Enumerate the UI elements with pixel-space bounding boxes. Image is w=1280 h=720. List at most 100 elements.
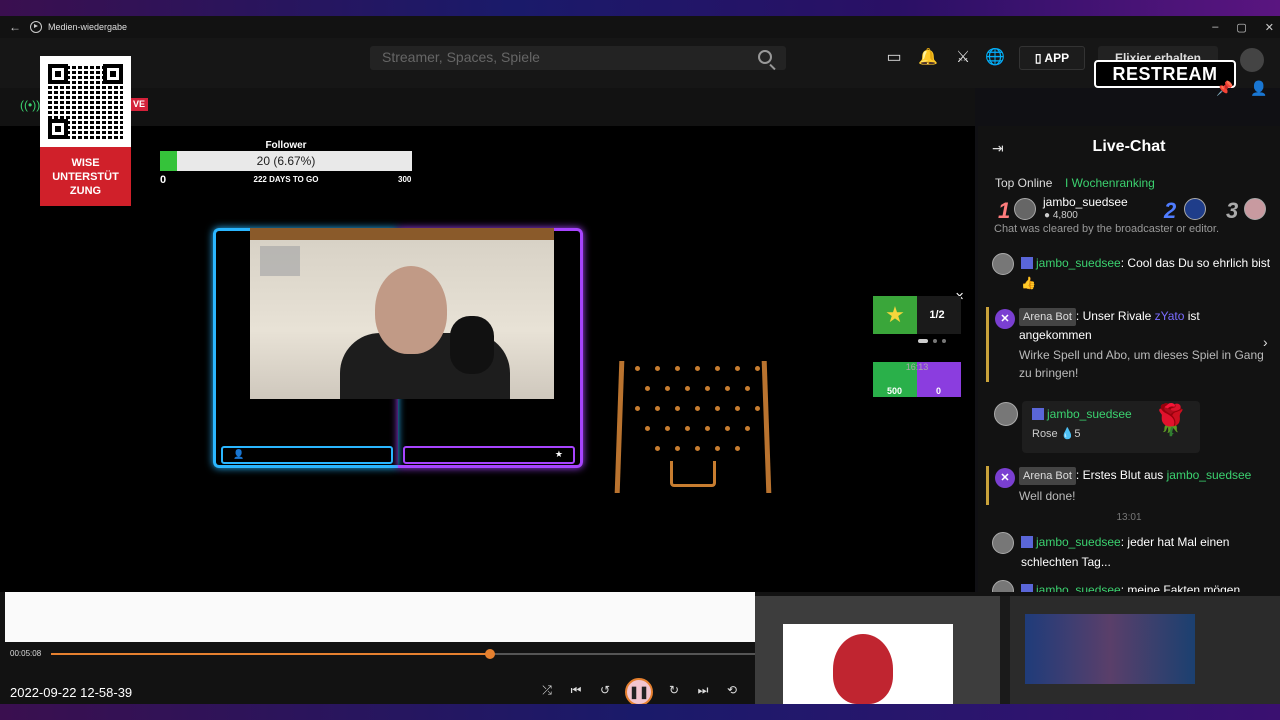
plinko-peg (695, 446, 700, 451)
back-arrow-icon[interactable]: ← (0, 20, 30, 34)
avatar[interactable] (992, 253, 1014, 275)
search-icon[interactable] (758, 50, 772, 64)
bot-subtext: Well done! (1019, 489, 1076, 503)
plinko-peg (745, 426, 750, 431)
plinko-peg (735, 406, 740, 411)
broadcast-signal-icon: ((•)) (20, 98, 41, 112)
plinko-peg (645, 386, 650, 391)
duel-time: 16:13 (905, 362, 929, 372)
gift-message: jambo_suedsee Rose 💧5 🌹 (1022, 401, 1200, 453)
user-avatar[interactable] (1240, 48, 1264, 72)
plinko-board (614, 361, 772, 493)
video-overlay-panel (5, 592, 755, 642)
media-player-icon (30, 21, 42, 33)
gift-username[interactable]: jambo_suedsee (1032, 407, 1132, 421)
site-header: Streamer, Spaces, Spiele ▭ 🔔 ⚔ 🌐 ▯ APP E… (0, 38, 1280, 88)
duel-score-right: 0 (936, 386, 942, 396)
stat-card[interactable]: ★ 1/2 (873, 296, 961, 334)
elapsed-time: 00:05:08 (10, 649, 42, 658)
plinko-peg (655, 406, 660, 411)
avatar[interactable] (1184, 198, 1206, 220)
plinko-peg (675, 366, 680, 371)
rank-first-name[interactable]: jambo_suedsee (1043, 195, 1128, 209)
window-preview[interactable] (755, 596, 1000, 704)
forward-icon[interactable]: ↻ (665, 683, 683, 697)
plinko-peg (755, 406, 760, 411)
user-icon: 👤 (233, 449, 245, 459)
webcam-frame: 👤 ★ (213, 228, 583, 468)
close-button[interactable]: ✕ (1265, 21, 1274, 34)
chat-message: jambo_suedsee: Cool das Du so ehrlich bi… (992, 253, 1272, 293)
arena-icon[interactable]: ⚔ (953, 48, 973, 68)
preview-image (783, 624, 953, 704)
plinko-cup (670, 461, 716, 487)
plinko-peg (705, 426, 710, 431)
plinko-peg (685, 426, 690, 431)
tab-wochenranking[interactable]: I Wochenranking (1065, 176, 1155, 190)
duel-card: 16:13 500 0 (873, 362, 961, 397)
time-separator: 13:01 (1116, 512, 1142, 523)
plinko-peg (685, 386, 690, 391)
rival-name[interactable]: zYato (1155, 309, 1185, 323)
arena-bot-message: ✕ Arena Bot: Erstes Blut aus jambo_sueds… (986, 466, 1271, 505)
webcam-person-head (375, 266, 447, 354)
seek-bar-thumb[interactable] (485, 649, 496, 659)
plinko-peg (675, 406, 680, 411)
plinko-peg (705, 386, 710, 391)
window-controls: – ▢ ✕ (1212, 16, 1274, 38)
media-filename: 2022-09-22 12-58-39 (10, 685, 133, 700)
chat-username[interactable]: jambo_suedsee (1036, 256, 1121, 270)
qr-donation-card: WISE UNTERSTÜT ZUNG (40, 56, 131, 206)
globe-icon[interactable]: 🌐 (985, 48, 1005, 68)
rank-second-number: 2 (1164, 198, 1177, 223)
app-button[interactable]: ▯ APP (1019, 46, 1085, 70)
plinko-peg (735, 446, 740, 451)
frame-status-slot: ★ (403, 446, 575, 464)
rewind-icon[interactable]: ↺ (596, 683, 614, 697)
plinko-peg (695, 406, 700, 411)
qr-label: WISE UNTERSTÜT ZUNG (40, 147, 131, 206)
preview-character (833, 634, 893, 704)
bell-icon[interactable]: 🔔 (918, 48, 938, 68)
carousel-dots[interactable] (918, 339, 946, 343)
shuffle-icon[interactable]: ⤮ (538, 683, 556, 698)
window-title: Medien-wiedergabe (48, 22, 128, 32)
live-chat-panel: ⇥ Live-Chat Top Online I Wochenranking 1… (978, 126, 1280, 602)
avatar[interactable] (1014, 198, 1036, 220)
pause-button[interactable]: ❚❚ (625, 678, 653, 704)
search-input[interactable]: Streamer, Spaces, Spiele (370, 46, 786, 70)
qr-finder (48, 119, 68, 139)
star-icon: ★ (554, 449, 563, 459)
seek-bar[interactable] (51, 649, 771, 659)
maximize-button[interactable]: ▢ (1236, 21, 1246, 34)
bot-subtext: Wirke Spell und Abo, um dieses Spiel in … (1019, 348, 1264, 380)
previous-icon[interactable]: ⏮ (567, 683, 585, 698)
window-preview[interactable] (1010, 596, 1280, 704)
bot-text: : Erstes Blut aus (1075, 468, 1167, 482)
stream-video[interactable]: Follower 20 (6.67%) 0 222 DAYS TO GO 300… (0, 126, 975, 592)
microphone (450, 316, 494, 374)
avatar[interactable] (994, 402, 1018, 426)
pin-icon[interactable]: 📌 (1216, 80, 1233, 97)
arena-bot-avatar-icon: ✕ (995, 468, 1015, 488)
tab-top-online[interactable]: Top Online (995, 176, 1052, 190)
plinko-peg (715, 366, 720, 371)
user-settings-icon[interactable]: 👤 (1250, 80, 1267, 97)
star-badge-icon: ★ (873, 296, 917, 334)
restream-logo: RESTREAM (1094, 60, 1236, 88)
plinko-peg (635, 406, 640, 411)
plinko-wall-right (761, 361, 772, 493)
plinko-peg (655, 366, 660, 371)
search-placeholder: Streamer, Spaces, Spiele (382, 49, 540, 65)
next-icon[interactable]: ⏭ (694, 683, 712, 698)
plinko-peg (635, 366, 640, 371)
avatar[interactable] (1244, 198, 1266, 220)
chat-username[interactable]: jambo_suedsee (1036, 535, 1121, 549)
follower-goal-text: 20 (6.67%) (256, 154, 316, 168)
repeat-icon[interactable]: ⟲ (723, 683, 741, 697)
avatar[interactable] (992, 532, 1014, 554)
follower-goal-bar: 20 (6.67%) (160, 151, 412, 171)
message-icon[interactable]: ▭ (884, 48, 904, 68)
minimize-button[interactable]: – (1212, 21, 1218, 33)
bot-mentioned-user[interactable]: jambo_suedsee (1167, 468, 1252, 482)
